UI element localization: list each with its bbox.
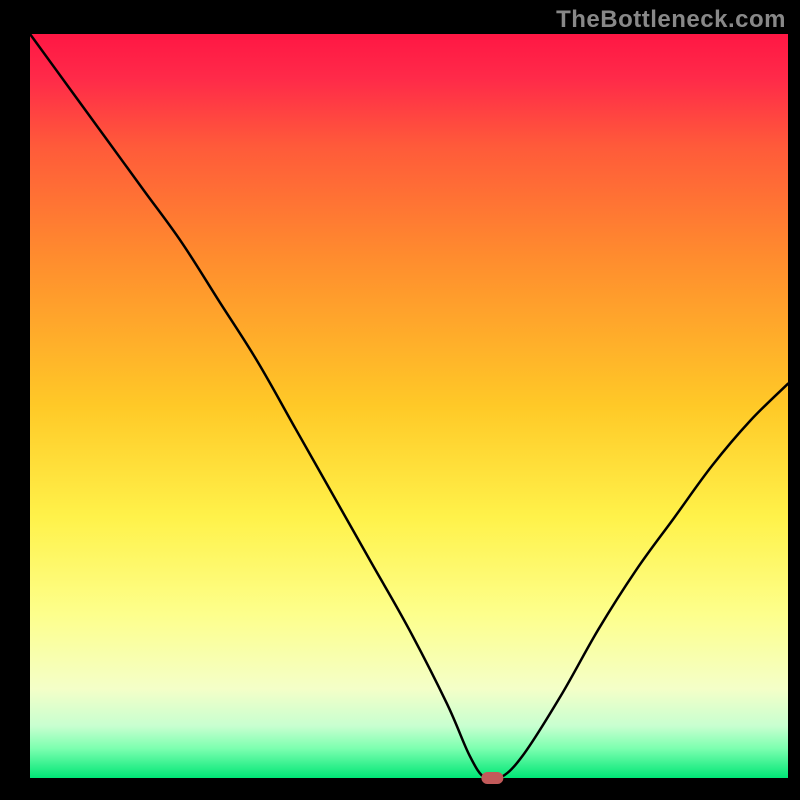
- chart-frame: [0, 0, 800, 800]
- plot-background: [30, 34, 788, 778]
- optimal-point-marker: [481, 772, 503, 784]
- bottleneck-chart: [0, 0, 800, 800]
- watermark-text: TheBottleneck.com: [556, 6, 786, 34]
